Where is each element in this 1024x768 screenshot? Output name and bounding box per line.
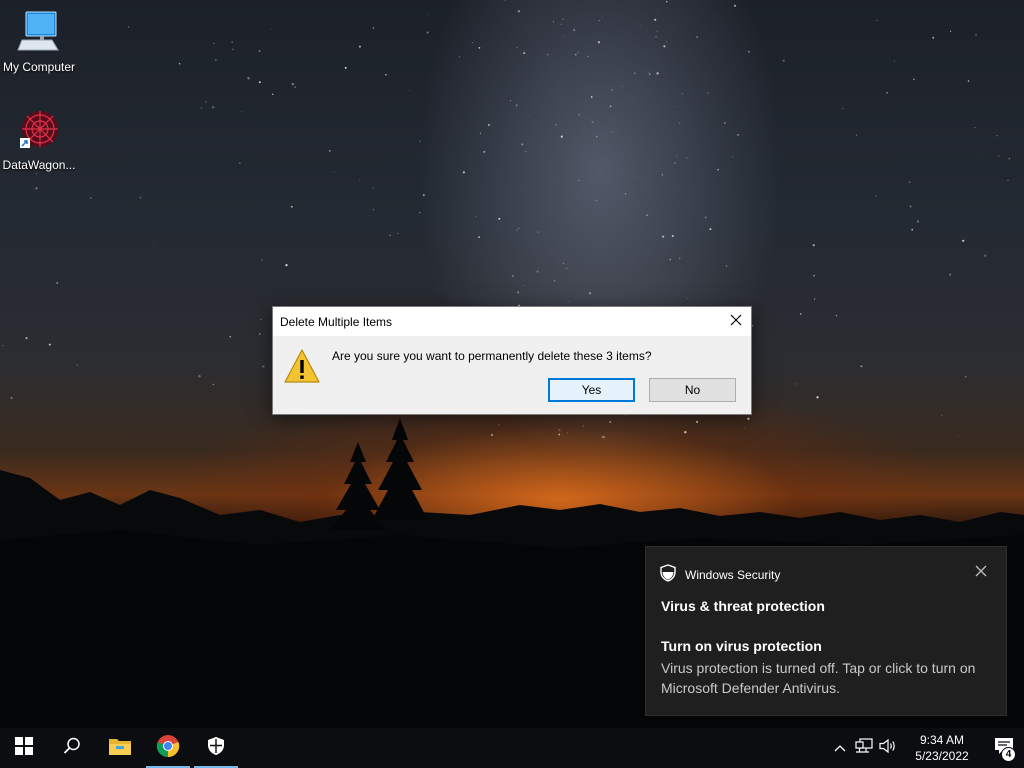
search-button[interactable] <box>48 728 96 768</box>
chrome-button[interactable] <box>144 728 192 768</box>
clock-time: 9:34 AM <box>919 733 965 747</box>
file-explorer-button[interactable] <box>96 728 144 768</box>
chrome-icon <box>156 734 180 763</box>
desktop-icon-datawagon[interactable]: DataWagon... <box>0 108 78 172</box>
no-button[interactable]: No <box>649 378 736 402</box>
delete-confirmation-dialog: Delete Multiple Items Are you sure you w… <box>272 306 752 415</box>
windows-security-toast[interactable]: Windows Security Virus & threat protecti… <box>645 546 1007 716</box>
close-button[interactable] <box>721 307 751 336</box>
network-icon <box>855 737 873 759</box>
dialog-message: Are you sure you want to permanently del… <box>332 349 652 363</box>
desktop-icon-my-computer[interactable]: My Computer <box>0 10 78 74</box>
desktop-icon-label: DataWagon... <box>2 158 76 172</box>
toast-body: Virus protection is turned off. Tap or c… <box>661 660 976 696</box>
datawagon-app-icon <box>0 108 78 155</box>
show-hidden-icons-button[interactable] <box>828 728 852 768</box>
toast-title: Virus & threat protection <box>661 598 825 614</box>
shield-icon <box>660 564 676 585</box>
desktop-icon-label: My Computer <box>2 60 76 74</box>
notification-count-badge: 4 <box>1001 747 1016 762</box>
toast-subtitle: Turn on virus protection <box>661 638 822 654</box>
volume-icon <box>879 738 897 759</box>
warning-icon <box>283 348 321 389</box>
close-icon <box>974 565 988 582</box>
toast-app-name: Windows Security <box>685 567 781 582</box>
volume-button[interactable] <box>876 728 900 768</box>
close-icon <box>730 314 742 329</box>
start-button[interactable] <box>0 728 48 768</box>
dialog-title: Delete Multiple Items <box>280 314 393 329</box>
clock-date: 5/23/2022 <box>915 749 969 763</box>
taskbar-clock[interactable]: 9:34 AM 5/23/2022 <box>906 732 978 764</box>
dialog-titlebar[interactable]: Delete Multiple Items <box>273 307 751 336</box>
yes-button[interactable]: Yes <box>548 378 635 402</box>
taskbar: 9:34 AM 5/23/2022 4 <box>0 728 1024 768</box>
toast-header: Windows Security <box>660 564 780 585</box>
file-explorer-icon <box>108 736 132 761</box>
network-button[interactable] <box>852 728 876 768</box>
windows-security-icon <box>207 736 225 761</box>
windows-security-button[interactable] <box>192 728 240 768</box>
search-icon <box>63 737 81 760</box>
system-tray: 9:34 AM 5/23/2022 4 <box>828 728 1024 768</box>
monitor-icon <box>0 10 78 57</box>
windows-start-icon <box>15 736 33 760</box>
chevron-up-icon <box>834 739 846 757</box>
action-center-button[interactable]: 4 <box>984 728 1024 768</box>
toast-close-button[interactable] <box>974 564 988 578</box>
dialog-body: Are you sure you want to permanently del… <box>273 336 751 414</box>
